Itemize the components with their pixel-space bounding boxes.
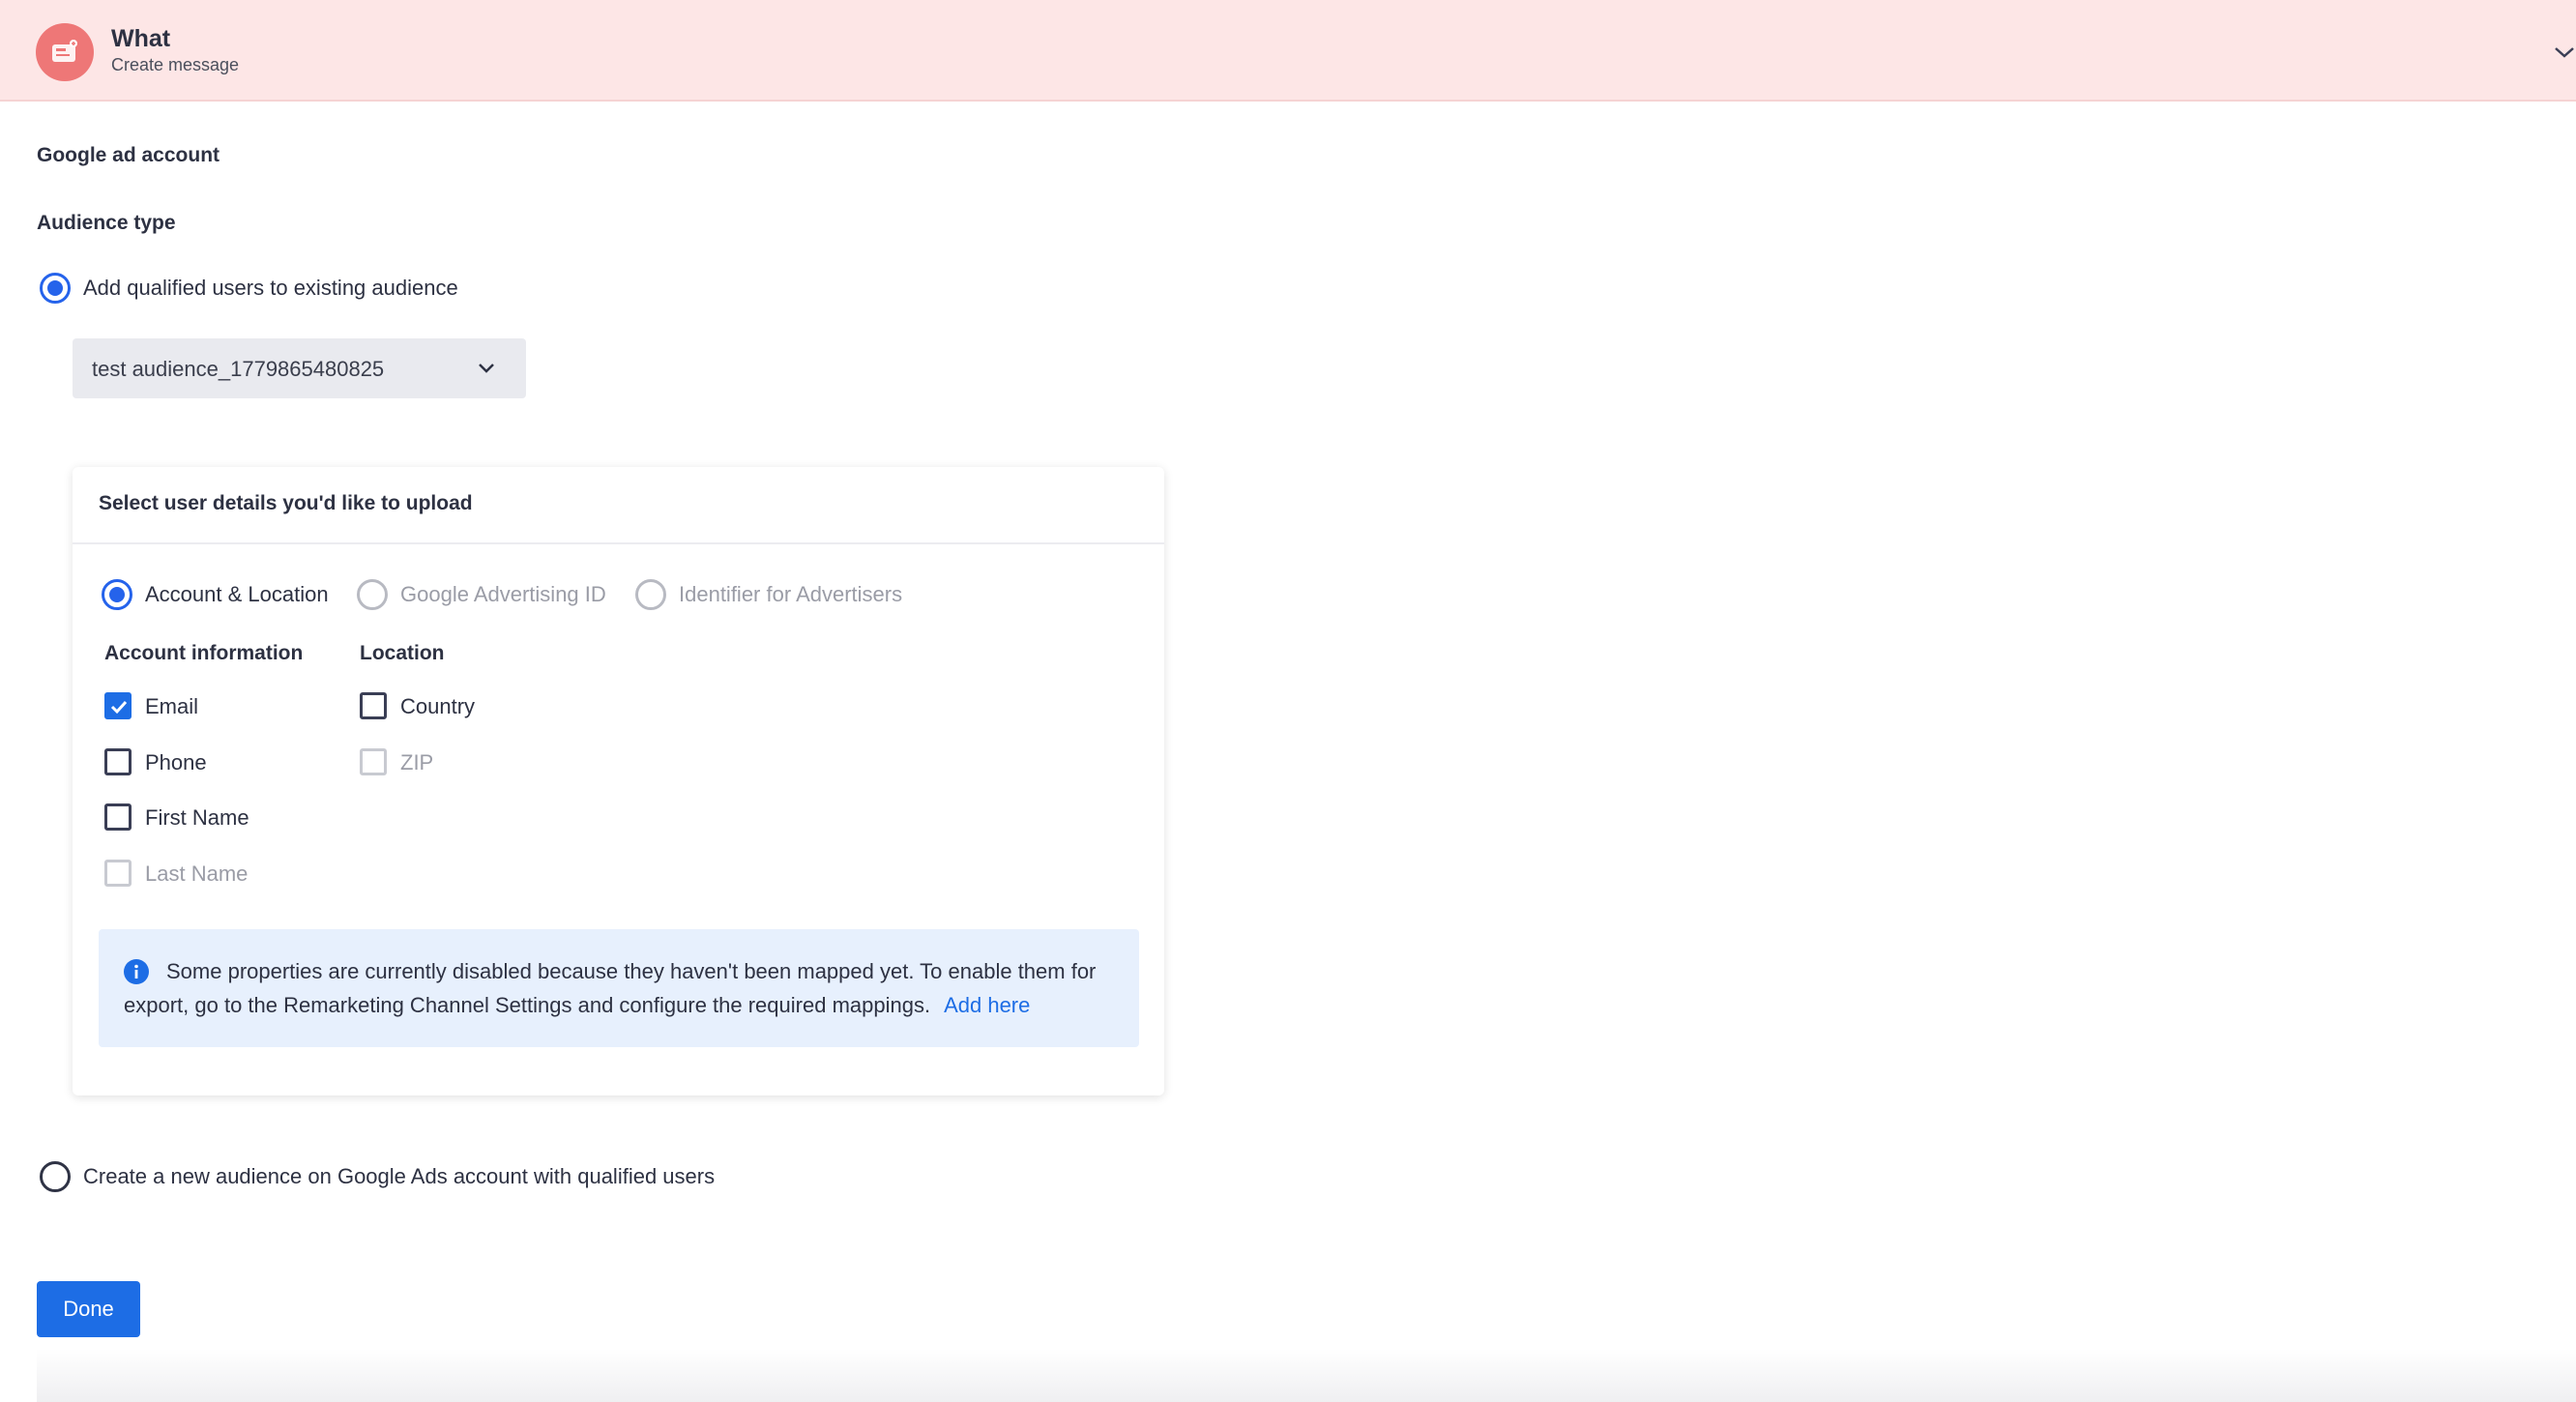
account-location-label[interactable]: Account & Location [145,582,329,607]
panel-title: Select user details you'd like to upload [99,492,473,514]
info-text: Some properties are currently disabled b… [124,954,1120,1022]
last-name-checkbox[interactable] [104,860,132,887]
panel-header: Select user details you'd like to upload [73,467,1164,544]
email-checkbox[interactable] [104,692,132,719]
location-heading: Location [360,642,445,664]
info-banner: Some properties are currently disabled b… [99,929,1139,1047]
existing-audience-label[interactable]: Add qualified users to existing audience [83,276,458,301]
account-location-radio[interactable] [102,579,132,610]
email-label[interactable]: Email [145,694,198,719]
step-header[interactable]: What Create message [0,0,2576,102]
zip-checkbox[interactable] [360,748,387,775]
new-audience-radio[interactable] [40,1161,71,1192]
page: What Create message Google ad account Au… [0,0,2576,1402]
chevron-down-icon[interactable] [2553,41,2576,64]
first-name-checkbox[interactable] [104,803,132,831]
audience-select-value: test audience_1779865480825 [92,357,385,381]
step-subtitle: Create message [111,55,240,74]
zip-label[interactable]: ZIP [400,750,433,775]
last-name-label[interactable]: Last Name [145,862,248,887]
user-details-panel: Select user details you'd like to upload… [73,467,1164,1095]
new-audience-label[interactable]: Create a new audience on Google Ads acco… [83,1164,715,1189]
google-ad-account-label: Google ad account [37,144,220,166]
done-button[interactable]: Done [37,1281,140,1337]
step-title: What [111,25,171,52]
audience-type-label: Audience type [37,212,176,234]
idfa-label[interactable]: Identifier for Advertisers [679,582,902,607]
check-icon [110,700,128,715]
first-name-label[interactable]: First Name [145,805,249,831]
idfa-radio[interactable] [635,579,666,610]
audience-select[interactable]: test audience_1779865480825 [73,338,526,398]
account-information-heading: Account information [104,642,304,664]
country-checkbox[interactable] [360,692,387,719]
existing-audience-radio[interactable] [40,273,71,304]
bottom-fade [37,1349,2576,1402]
google-advertising-id-radio[interactable] [357,579,388,610]
google-advertising-id-label[interactable]: Google Advertising ID [400,582,606,607]
campaign-icon [36,23,94,81]
phone-checkbox[interactable] [104,748,132,775]
chevron-down-icon [479,364,494,373]
phone-label[interactable]: Phone [145,750,207,775]
country-label[interactable]: Country [400,694,475,719]
add-here-link[interactable]: Add here [944,993,1030,1017]
